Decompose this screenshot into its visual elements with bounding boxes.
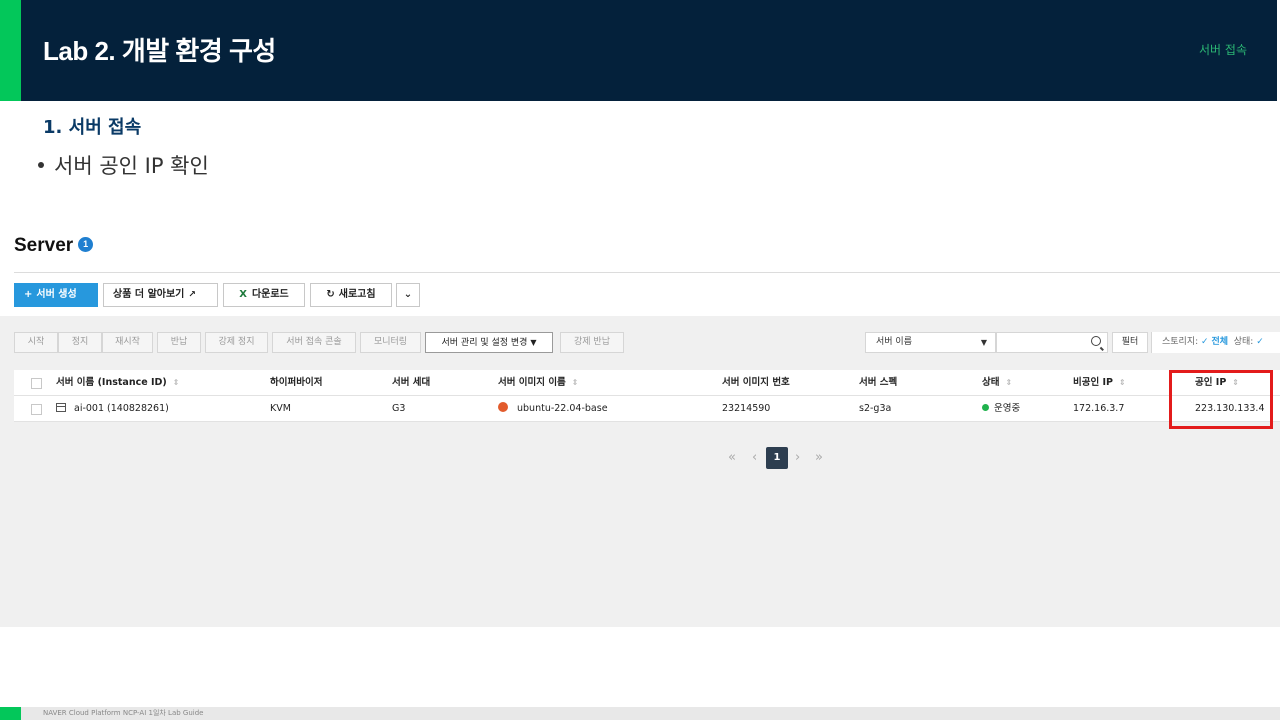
- server-name: ai-001 (140828261): [74, 403, 169, 414]
- image-name-cell: ubuntu-22.04-base: [498, 396, 608, 422]
- page-title-text: Server: [14, 235, 74, 256]
- force-stop-button[interactable]: 강제 정지: [205, 332, 268, 353]
- sort-icon: ⇕: [571, 378, 579, 387]
- server-name-cell[interactable]: ai-001 (140828261): [56, 396, 169, 422]
- previous-page-icon[interactable]: ‹: [752, 447, 757, 468]
- server-icon: [56, 402, 66, 412]
- active-filters: 스토리지: ✓ 전체 상태: ✓: [1151, 332, 1280, 353]
- image-name: ubuntu-22.04-base: [517, 403, 608, 414]
- title-divider: [14, 272, 1280, 273]
- storage-filter-value[interactable]: 전체: [1211, 337, 1228, 347]
- slide-title: Lab 2. 개발 환경 구성: [43, 36, 276, 66]
- column-header[interactable]: 서버 이름 (Instance ID) ⇕: [56, 370, 179, 396]
- bullet-text: 서버 공인 IP 확인: [54, 154, 209, 178]
- hypervisor-cell: KVM: [270, 403, 291, 414]
- current-page-button[interactable]: 1: [766, 447, 788, 469]
- learn-more-button[interactable]: 상품 더 알아보기 ↗: [103, 283, 218, 307]
- more-dropdown-button[interactable]: ⌄: [396, 283, 420, 307]
- column-header[interactable]: 상태 ⇕: [982, 370, 1012, 396]
- download-label: 다운로드: [251, 289, 289, 300]
- column-header: 서버 이미지 번호: [722, 377, 790, 388]
- return-button[interactable]: 반납: [157, 332, 201, 353]
- slide-bullet: 서버 공인 IP 확인: [38, 150, 209, 180]
- private-ip-cell: 172.16.3.7: [1073, 403, 1125, 414]
- check-icon: ✓: [1201, 337, 1209, 347]
- column-header[interactable]: 서버 이미지 이름 ⇕: [498, 370, 579, 396]
- last-page-icon[interactable]: »: [815, 447, 823, 468]
- column-header: 서버 스펙: [859, 377, 898, 388]
- restart-button[interactable]: 재시작: [102, 332, 153, 353]
- ubuntu-icon: [498, 402, 508, 412]
- brand-accent-bar: [0, 0, 21, 101]
- filter-button[interactable]: 필터: [1112, 332, 1148, 353]
- row-checkbox[interactable]: [31, 404, 42, 415]
- server-count-badge: 1: [78, 236, 94, 252]
- public-ip-highlight: [1169, 370, 1273, 429]
- select-all-checkbox[interactable]: [31, 378, 42, 389]
- filter-field-select[interactable]: 서버 이름 ▼: [865, 332, 996, 353]
- next-page-icon[interactable]: ›: [795, 447, 800, 468]
- external-link-icon: ↗: [188, 290, 196, 300]
- sort-icon: ⇕: [1119, 378, 1126, 387]
- console-content-area: [0, 316, 1280, 627]
- refresh-icon: ↻: [326, 289, 335, 300]
- learn-more-label: 상품 더 알아보기: [113, 289, 185, 300]
- footer-text: NAVER Cloud Platform NCP-AI 1일차 Lab Guid…: [43, 709, 204, 717]
- status-text: 운영중: [994, 403, 1021, 414]
- slide-section-label: 서버 접속: [1199, 43, 1247, 57]
- filter-field-label: 서버 이름: [876, 337, 912, 347]
- excel-icon: X: [239, 289, 247, 300]
- create-server-button[interactable]: + 서버 생성: [14, 283, 98, 307]
- search-icon[interactable]: [1091, 336, 1101, 346]
- running-status-icon: [982, 404, 989, 411]
- image-number-cell: 23214590: [722, 403, 771, 414]
- slide-header: Lab 2. 개발 환경 구성 서버 접속: [21, 0, 1277, 101]
- column-header: 하이퍼바이저: [270, 377, 323, 388]
- start-button[interactable]: 시작: [14, 332, 58, 353]
- stop-button[interactable]: 정지: [58, 332, 102, 353]
- caret-down-icon: ▼: [530, 338, 537, 347]
- monitoring-button[interactable]: 모니터링: [360, 332, 421, 353]
- sort-icon: ⇕: [1005, 378, 1013, 387]
- check-icon: ✓: [1256, 337, 1264, 347]
- refresh-label: 새로고침: [338, 289, 376, 300]
- first-page-icon[interactable]: «: [728, 447, 736, 468]
- storage-filter-label: 스토리지:: [1162, 337, 1199, 347]
- refresh-button[interactable]: ↻ 새로고침: [310, 283, 392, 307]
- server-manage-dropdown[interactable]: 서버 관리 및 설정 변경 ▼: [425, 332, 553, 353]
- sort-icon: ⇕: [172, 378, 180, 387]
- download-button[interactable]: X 다운로드: [223, 283, 305, 307]
- page-title: Server 1: [14, 235, 94, 257]
- status-cell: 운영중: [982, 396, 1020, 422]
- column-header[interactable]: 비공인 IP ⇕: [1073, 370, 1126, 396]
- create-server-label: 서버 생성: [36, 289, 77, 300]
- generation-cell: G3: [392, 403, 406, 414]
- status-filter-label: 상태:: [1233, 337, 1254, 347]
- force-return-button[interactable]: 강제 반납: [560, 332, 624, 353]
- chevron-down-icon: ⌄: [403, 289, 413, 300]
- table-header: 서버 이름 (Instance ID) ⇕ 하이퍼바이저 서버 세대 서버 이미지…: [14, 370, 1280, 396]
- filter-search-input[interactable]: [996, 332, 1108, 353]
- column-header: 서버 세대: [392, 377, 431, 388]
- footer-accent-bar: [0, 707, 21, 720]
- server-console: Server 1 + 서버 생성 상품 더 알아보기 ↗ X 다운로드 ↻ 새로고침 ⌄ …: [0, 222, 1280, 627]
- bullet-dot-icon: [38, 162, 44, 168]
- server-console-button[interactable]: 서버 접속 콘솔: [272, 332, 356, 353]
- caret-down-icon: ▼: [980, 338, 987, 347]
- table-row[interactable]: ai-001 (140828261) KVM G3 ubuntu-22.04-b…: [14, 396, 1280, 422]
- slide-heading: 1. 서버 접속: [43, 117, 142, 138]
- spec-cell: s2-g3a: [859, 403, 892, 414]
- plus-icon: +: [24, 289, 33, 300]
- server-manage-label: 서버 관리 및 설정 변경: [441, 338, 528, 348]
